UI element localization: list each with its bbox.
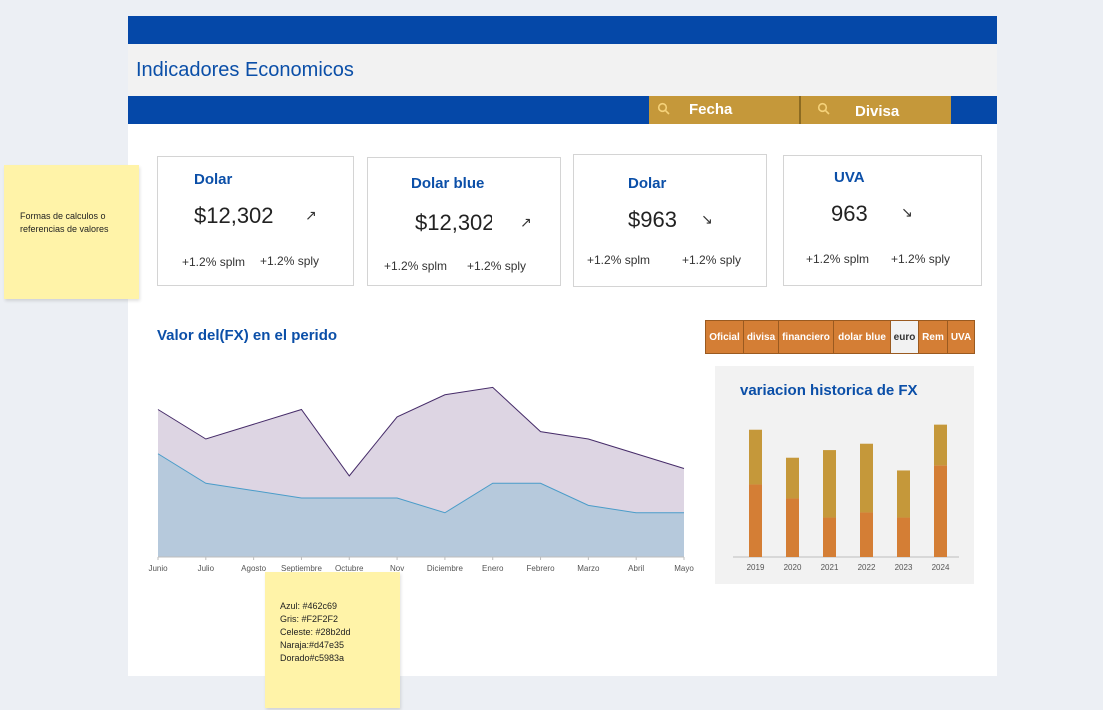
trend-up-icon: ↗ <box>305 207 317 223</box>
top-bar <box>128 16 997 44</box>
kpi-card-sply: +1.2% sply <box>467 259 527 273</box>
kpi-card-sply: +1.2% sply <box>260 254 320 268</box>
kpi-card-splm: +1.2% splm <box>384 259 448 273</box>
date-filter-button[interactable]: Fecha <box>649 96 799 124</box>
x-tick-label: Julio <box>198 564 215 573</box>
color-note: Celeste: #28b2dd <box>280 627 351 638</box>
kpi-card-title: Dolar <box>628 175 667 192</box>
x-tick-label: Marzo <box>577 564 600 573</box>
bar-category-label: 2023 <box>895 563 913 572</box>
bar-segment <box>786 498 799 557</box>
bar-segment <box>860 512 873 557</box>
color-list: Azul: #462c69 Gris: #F2F2F2 Celeste: #28… <box>280 600 351 665</box>
tab-financiero[interactable]: financiero <box>779 321 834 353</box>
trend-up-icon: ↗ <box>520 214 532 230</box>
x-tick-label: Febrero <box>527 564 556 573</box>
bar-chart-title: variacion historica de FX <box>740 382 918 399</box>
bar-segment <box>860 443 873 513</box>
kpi-card-dolar: Dolar $12,302 ↗ +1.2% splm +1.2% sply <box>157 156 354 286</box>
kpi-card-splm: +1.2% splm <box>806 252 870 266</box>
currency-filter-button[interactable]: Divisa <box>801 96 951 124</box>
bar-category-label: 2024 <box>932 563 950 572</box>
x-tick-label: Junio <box>148 564 168 573</box>
tab-dolar-blue[interactable]: dolar blue <box>834 321 891 353</box>
x-tick-label: Enero <box>482 564 504 573</box>
bar-segment <box>934 424 947 466</box>
area-chart-title: Valor del(FX) en el perido <box>157 327 338 344</box>
tab-rem[interactable]: Rem <box>919 321 948 353</box>
kpi-card-splm: +1.2% splm <box>587 253 651 267</box>
kpi-card-dolar-2: Dolar $963 ↘ +1.2% splm +1.2% sply <box>573 154 767 287</box>
trend-down-icon: ↘ <box>701 211 713 227</box>
bar-category-label: 2022 <box>858 563 876 572</box>
color-note: Dorado#c5983a <box>280 653 345 664</box>
kpi-card-title: Dolar <box>194 171 233 188</box>
kpi-card-value: $12,302 <box>194 203 274 228</box>
bar-segment <box>786 457 799 499</box>
bar-chart-panel: variacion historica de FX 2019 2020 2021 20… <box>715 366 974 584</box>
color-note: Gris: #F2F2F2 <box>280 614 339 625</box>
area-chart: Junio Julio Agosto Septiembre Octubre Nov Dici… <box>148 386 694 573</box>
bar-segment <box>823 450 836 518</box>
trend-down-icon: ↘ <box>901 204 913 220</box>
kpi-card-title: UVA <box>834 169 865 186</box>
sticky-note-text: Formas de calculos o referencias de valo… <box>20 211 109 235</box>
bar-segment <box>749 484 762 557</box>
color-note: Azul: #462c69 <box>280 601 338 611</box>
kpi-card-dolar-blue: Dolar blue $12,302 ↗ +1.2% splm +1.2% sp… <box>367 157 561 286</box>
x-tick-label: Abril <box>628 564 644 573</box>
tab-divisa[interactable]: divisa <box>744 321 779 353</box>
bar-segment <box>897 517 910 557</box>
kpi-card-sply: +1.2% sply <box>682 253 742 267</box>
bar-segment <box>823 517 836 557</box>
date-filter-label: Fecha <box>689 101 733 118</box>
bar-segment <box>749 429 762 485</box>
kpi-card-sply: +1.2% sply <box>891 252 951 266</box>
x-tick-label: Agosto <box>241 564 266 573</box>
color-note: Naraja:#d47e35 <box>280 640 345 651</box>
kpi-card-value: $963 <box>628 207 677 232</box>
bar-category-label: 2021 <box>821 563 839 572</box>
sticky-note-left: Formas de calculos o referencias de valo… <box>4 165 139 299</box>
search-icon <box>817 102 830 115</box>
bar-category-label: 2019 <box>747 563 765 572</box>
tab-euro[interactable]: euro <box>891 321 919 353</box>
kpi-card-value: $12,302 <box>415 210 492 235</box>
page-title: Indicadores Economicos <box>136 59 354 81</box>
x-tick-label: Mayo <box>674 564 694 573</box>
currency-filter-label: Divisa <box>855 103 900 120</box>
tab-oficial[interactable]: Oficial <box>706 321 744 353</box>
kpi-card-splm: +1.2% splm <box>182 255 246 269</box>
bar-category-label: 2020 <box>784 563 802 572</box>
kpi-card-title: Dolar blue <box>411 175 485 192</box>
kpi-card-value: 963 <box>831 201 868 226</box>
tab-uva[interactable]: UVA <box>948 321 974 353</box>
bar-chart: 2019 2020 2021 2022 2023 2024 <box>733 424 959 572</box>
search-icon <box>657 102 670 115</box>
sticky-note-colors: Azul: #462c69 Gris: #F2F2F2 Celeste: #28… <box>265 572 400 708</box>
kpi-card-uva: UVA 963 ↘ +1.2% splm +1.2% sply <box>783 155 982 286</box>
bar-segment <box>934 465 947 557</box>
bar-segment <box>897 470 910 518</box>
x-tick-label: Diciembre <box>427 564 464 573</box>
currency-tabs: Oficial divisa financiero dolar blue eur… <box>705 320 975 354</box>
